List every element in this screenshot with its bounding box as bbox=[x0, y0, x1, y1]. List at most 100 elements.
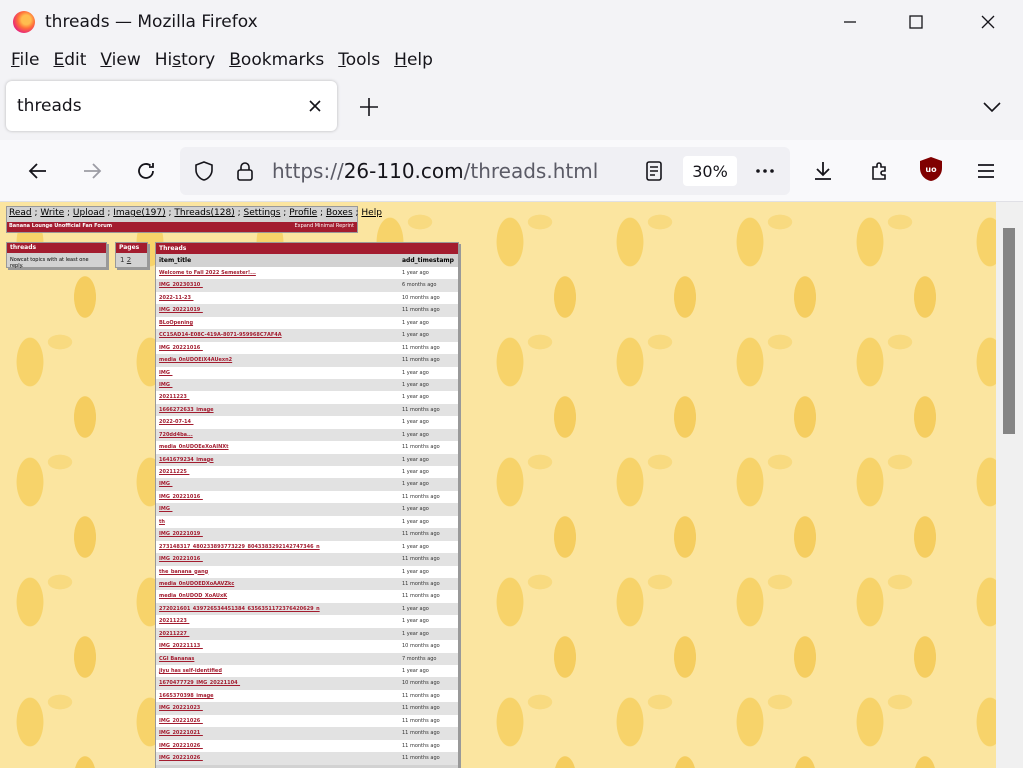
thread-title-link[interactable]: 2022-11-23_ bbox=[159, 295, 193, 301]
thread-title-link[interactable]: IMG_ bbox=[159, 481, 172, 487]
thread-title-link[interactable]: 1641679234_image bbox=[159, 457, 214, 463]
nav-separator: ; bbox=[64, 208, 73, 218]
scrollbar-thumb[interactable] bbox=[1003, 228, 1015, 434]
thread-title-link[interactable]: media_0nUDOEeXoAINXt bbox=[159, 444, 229, 450]
address-bar[interactable]: https://26-110.com/threads.html 30% bbox=[180, 147, 790, 195]
thread-title-link[interactable]: 20211225_ bbox=[159, 469, 189, 475]
maximize-button[interactable] bbox=[892, 0, 940, 44]
thread-title-link[interactable]: 2022-07-14_ bbox=[159, 419, 193, 425]
page-viewport[interactable]: Read ; Write ; Upload ; Image(197) ; Thr… bbox=[0, 202, 996, 768]
thread-title-link[interactable]: 20211223_ bbox=[159, 618, 189, 624]
thread-title-link[interactable]: BLoOpening bbox=[159, 320, 193, 326]
close-window-button[interactable] bbox=[964, 0, 1012, 44]
thread-title-link[interactable]: media_0nUDOEiX4AUexn2 bbox=[159, 357, 232, 363]
menu-item[interactable]: Edit bbox=[53, 50, 86, 70]
thread-title-link[interactable]: IMG_20221026_ bbox=[159, 743, 203, 749]
table-row: IMG_20221026_ 11 months ago bbox=[156, 739, 458, 753]
thread-title-link[interactable]: IMG_ bbox=[159, 506, 172, 512]
view-options[interactable]: Expand Minimal Reprint bbox=[294, 223, 354, 229]
thread-title-link[interactable]: 273148317_480233893773229_80433832921427… bbox=[159, 544, 320, 550]
zoom-level-button[interactable]: 30% bbox=[683, 156, 737, 186]
thread-title-link[interactable]: IMG_ bbox=[159, 382, 172, 388]
chevron-down-icon[interactable] bbox=[980, 98, 1004, 116]
forum-nav-link[interactable]: Profile bbox=[289, 208, 317, 218]
column-header-timestamp[interactable]: add_timestamp bbox=[402, 257, 454, 264]
thread-title-link[interactable]: 272021601_439726534451384_63563511723764… bbox=[159, 606, 320, 612]
reader-view-icon[interactable] bbox=[642, 159, 666, 183]
thread-title-link[interactable]: 1666272633_image bbox=[159, 407, 214, 413]
thread-title-link[interactable]: IMG_20221016_ bbox=[159, 556, 203, 562]
thread-title-link[interactable]: IMG_20221023_ bbox=[159, 705, 203, 711]
thread-title-link[interactable]: CC15AD14-E08C-419A-8071-959968C7AF4A bbox=[159, 332, 282, 338]
new-tab-icon[interactable] bbox=[356, 94, 382, 120]
threads-table-body: Welcome to Fall 2022 Semester!... 1 year … bbox=[156, 267, 458, 765]
menu-item[interactable]: History bbox=[155, 50, 216, 70]
thread-title-link[interactable]: IMG_20221016_ bbox=[159, 494, 203, 500]
thread-title-link[interactable]: jiyu has self-identified bbox=[159, 668, 222, 674]
thread-title-link[interactable]: 20211227_ bbox=[159, 631, 189, 637]
nav-separator: ; bbox=[104, 208, 114, 218]
thread-title-link[interactable]: the_banana_gang bbox=[159, 569, 208, 575]
forum-top-nav: Read ; Write ; Upload ; Image(197) ; Thr… bbox=[9, 208, 382, 218]
shield-icon[interactable] bbox=[192, 159, 216, 183]
thread-title-link[interactable]: IMG_20221026_ bbox=[159, 755, 203, 761]
reload-button[interactable] bbox=[131, 156, 161, 186]
forum-nav-link[interactable]: Read bbox=[9, 208, 32, 218]
thread-title-link[interactable]: IMG_20221019_ bbox=[159, 307, 203, 313]
thread-title-link[interactable]: IMG_20221113_ bbox=[159, 643, 203, 649]
menu-item[interactable]: Tools bbox=[338, 50, 380, 70]
thread-title-link[interactable]: IMG_20230310_ bbox=[159, 282, 203, 288]
more-actions-icon[interactable] bbox=[753, 159, 777, 183]
forum-nav-link[interactable]: Write bbox=[40, 208, 64, 218]
thread-title-link[interactable]: 20211223_ bbox=[159, 394, 189, 400]
thread-title-link[interactable]: Welcome to Fall 2022 Semester!... bbox=[159, 270, 256, 276]
back-arrow-icon bbox=[28, 163, 46, 179]
thread-title-link[interactable]: IMG_ bbox=[159, 370, 172, 376]
column-header-title[interactable]: item_title bbox=[159, 257, 191, 264]
forum-nav-link[interactable]: Boxes bbox=[326, 208, 353, 218]
forum-nav-link[interactable]: Threads(128) bbox=[174, 208, 234, 218]
menu-item[interactable]: Help bbox=[394, 50, 433, 70]
url-host: 26-110.com bbox=[343, 159, 464, 183]
thread-timestamp: 1 year ago bbox=[402, 369, 429, 376]
puzzle-piece-icon bbox=[872, 162, 886, 180]
thread-title-link[interactable]: IMG_20221021_ bbox=[159, 730, 203, 736]
thread-title-link[interactable]: IMG_20221019_ bbox=[159, 531, 203, 537]
window-title: threads — Mozilla Firefox bbox=[45, 12, 258, 32]
extensions-button[interactable] bbox=[864, 156, 894, 186]
download-icon bbox=[815, 162, 831, 180]
thread-title-link[interactable]: IMG_20221026_ bbox=[159, 718, 203, 724]
minimize-button[interactable] bbox=[826, 0, 874, 44]
ublock-origin-icon[interactable]: uo bbox=[919, 156, 943, 182]
thread-timestamp: 11 months ago bbox=[402, 692, 440, 699]
page-scrollbar[interactable] bbox=[996, 202, 1023, 768]
menu-item[interactable]: View bbox=[100, 50, 140, 70]
forum-nav-link[interactable]: Upload bbox=[73, 208, 105, 218]
menu-item[interactable]: Bookmarks bbox=[229, 50, 324, 70]
forum-nav-link[interactable]: Help bbox=[361, 208, 382, 218]
thread-title-link[interactable]: IMG_20221016_ bbox=[159, 345, 203, 351]
back-button[interactable] bbox=[23, 156, 53, 186]
tab-close-icon[interactable] bbox=[307, 98, 323, 114]
tab-threads[interactable]: threads bbox=[6, 81, 337, 131]
thread-timestamp: 1 year ago bbox=[402, 332, 429, 339]
thread-title-link[interactable]: 1665370398_image bbox=[159, 693, 214, 699]
page-link[interactable]: 2 bbox=[127, 256, 131, 264]
thread-title-link[interactable]: media_0nUDOD_XoAUxK bbox=[159, 593, 227, 599]
thread-title-link[interactable]: CGI Bananas bbox=[159, 656, 194, 662]
thread-title-link[interactable]: 1670477729_IMG_20221104_ bbox=[159, 680, 240, 686]
downloads-button[interactable] bbox=[808, 156, 838, 186]
forum-nav-link[interactable]: Image(197) bbox=[113, 208, 165, 218]
app-menu-button[interactable] bbox=[971, 156, 1001, 186]
forum-name-strip: Banana Lounge Unofficial Fan Forum Expan… bbox=[7, 222, 357, 232]
lock-icon[interactable] bbox=[233, 159, 257, 183]
forward-button[interactable] bbox=[77, 156, 107, 186]
url-text[interactable]: https://26-110.com/threads.html bbox=[272, 159, 598, 183]
page-link[interactable]: 1 bbox=[120, 256, 124, 264]
thread-timestamp: 11 months ago bbox=[402, 556, 440, 563]
thread-title-link[interactable]: media_0nUDOEDXoAAVZkc bbox=[159, 581, 234, 587]
thread-title-link[interactable]: 720dd4ba... bbox=[159, 432, 193, 438]
forum-nav-link[interactable]: Settings bbox=[244, 208, 281, 218]
thread-title-link[interactable]: th bbox=[159, 519, 165, 525]
menu-item[interactable]: File bbox=[11, 50, 39, 70]
